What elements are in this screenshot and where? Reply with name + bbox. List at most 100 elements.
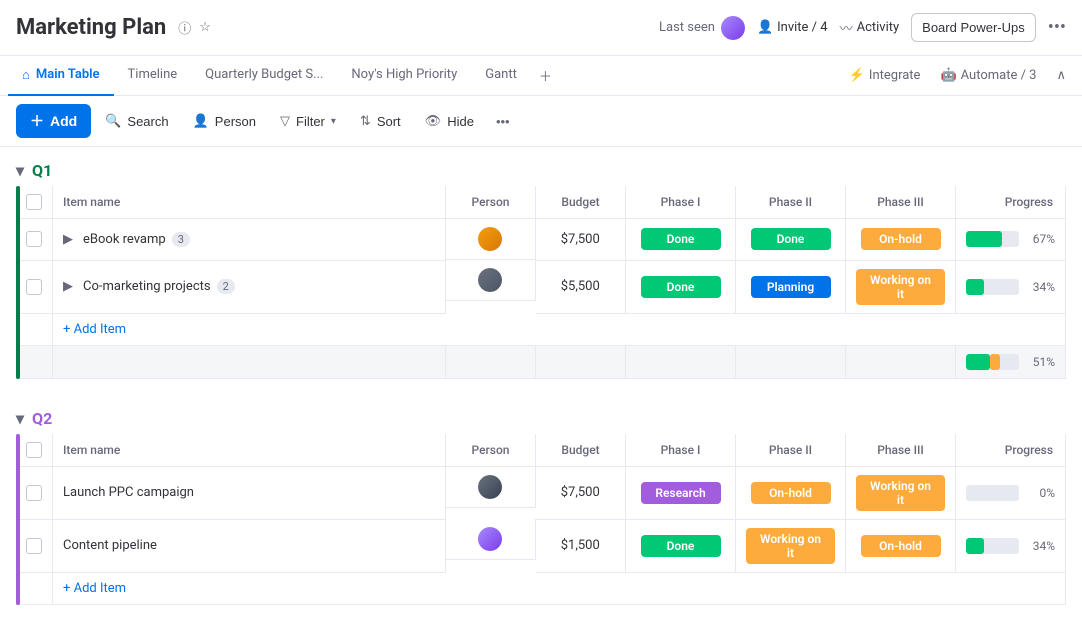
activity-button[interactable]: 〰 Activity [840, 18, 900, 37]
q1-sum-cb [16, 345, 53, 378]
q2-r2-checkbox[interactable] [26, 538, 42, 554]
q1-sum-p3 [846, 345, 956, 378]
q2-select-all-cb[interactable] [26, 442, 42, 458]
sort-button[interactable]: ⇅ Sort [350, 106, 411, 136]
q1-th-phase3: Phase III [846, 186, 956, 219]
q2-th-phase3: Phase III [846, 434, 956, 467]
q2-r1-checkbox[interactable] [26, 485, 42, 501]
content-area: ▾ Q1 Item name Person Budget P [0, 147, 1082, 605]
toolbar: ＋ Add 🔍 Search 👤 Person ▽ Filter ▾ ⇅ Sor… [0, 96, 1082, 147]
filter-button[interactable]: ▽ Filter ▾ [270, 106, 346, 136]
q2-r2-name: Content pipeline 💬 [53, 519, 446, 572]
q2-th-phase1: Phase I [626, 434, 736, 467]
tab-timeline[interactable]: Timeline [114, 56, 192, 96]
q1-r1-progress: 67% [956, 219, 1066, 261]
tabs-bar: ⌂ Main Table Timeline Quarterly Budget S… [0, 56, 1082, 96]
q2-r1-phase3: Working on it [846, 466, 956, 519]
star-icon[interactable]: ☆ [199, 20, 211, 35]
q2-r2-cb [16, 519, 53, 572]
tab-gantt[interactable]: Gantt [471, 56, 531, 96]
q2-r2-person [446, 519, 536, 560]
group-q1-label: Q1 [32, 161, 52, 180]
plus-icon: ＋ [30, 111, 44, 131]
q1-r1-expand[interactable]: ▶ [63, 232, 73, 247]
group-q2-table: Item name Person Budget Phase I Phase II… [16, 434, 1066, 605]
q1-r2-progress: 34% [956, 260, 1066, 313]
group-q1-table-wrap: Item name Person Budget Phase I Phase II… [0, 186, 1082, 379]
search-button[interactable]: 🔍 Search [95, 106, 178, 136]
table-row: ▶ Co-marketing projects 2 💬 $5,500 [16, 260, 1066, 313]
q2-r1-phase1: Research [626, 466, 736, 519]
table-row: Launch PPC campaign 💬 $7,500 Research On… [16, 466, 1066, 519]
q1-r2-phase2: Planning [736, 260, 846, 313]
last-seen: Last seen [659, 16, 745, 40]
q2-r1-avatar [478, 475, 502, 499]
tab-noy-priority[interactable]: Noy's High Priority [337, 56, 471, 96]
q1-r1-phase2: Done [736, 219, 846, 261]
q1-th-phase2: Phase II [736, 186, 846, 219]
q1-r2-budget: $5,500 [536, 260, 626, 313]
person-button[interactable]: 👤 Person [183, 106, 266, 136]
q2-th-phase2: Phase II [736, 434, 846, 467]
group-q2-header: ▾ Q2 [16, 395, 52, 434]
info-icon[interactable]: ⓘ [178, 18, 191, 37]
group-q2: ▾ Q2 Item name Person Budget P [0, 395, 1082, 605]
q1-th-progress: Progress [956, 186, 1066, 219]
group-q1-toggle[interactable]: ▾ [16, 161, 24, 180]
q2-r2-progress-bar [966, 538, 1019, 554]
q2-r1-budget: $7,500 [536, 466, 626, 519]
q1-r2-avatar [478, 268, 502, 292]
q1-add-item-cell[interactable]: + Add Item [53, 313, 1066, 345]
q1-summary-row: 51% [16, 345, 1066, 378]
q1-th-cb [16, 186, 53, 219]
q1-r1-progress-fill [966, 231, 1002, 247]
q1-th-budget: Budget [536, 186, 626, 219]
q1-r2-progress-bar [966, 279, 1019, 295]
q2-add-item-row[interactable]: + Add Item [16, 572, 1066, 604]
q1-r1-phase3: On-hold [846, 219, 956, 261]
q1-r1-phase1: Done [626, 219, 736, 261]
q1-sum-p2 [736, 345, 846, 378]
filter-icon: ▽ [280, 113, 290, 129]
q1-select-all-cb[interactable] [26, 194, 42, 210]
add-button[interactable]: ＋ Add [16, 104, 91, 138]
q2-add-item-cell[interactable]: + Add Item [53, 572, 1066, 604]
add-tab-button[interactable]: ＋ [531, 66, 560, 85]
q1-r2-cb [16, 260, 53, 313]
q2-r1-person [446, 467, 536, 508]
hide-icon: 👁 [425, 113, 442, 129]
board-powerups-button[interactable]: Board Power-Ups [911, 13, 1036, 42]
q1-r1-checkbox[interactable] [26, 231, 42, 247]
q1-r2-name: ▶ Co-marketing projects 2 💬 [53, 260, 446, 313]
q2-header-row: Item name Person Budget Phase I Phase II… [16, 434, 1066, 467]
automate-button[interactable]: 🤖 Automate / 3 [932, 64, 1044, 87]
group-q1-left-bar [16, 186, 20, 379]
sort-icon: ⇅ [360, 113, 371, 129]
q1-r1-cb [16, 219, 53, 261]
search-icon: 🔍 [105, 113, 121, 129]
more-toolbar-button[interactable]: ••• [488, 110, 518, 133]
q1-r1-progress-bar [966, 231, 1019, 247]
collapse-tabs-button[interactable]: ∧ [1048, 64, 1074, 87]
q2-r1-name: Launch PPC campaign 💬 [53, 466, 446, 519]
group-q2-label: Q2 [32, 409, 52, 428]
q1-add-item-row[interactable]: + Add Item [16, 313, 1066, 345]
group-q2-toggle[interactable]: ▾ [16, 409, 24, 428]
q1-r2-person [446, 260, 536, 301]
q1-sum-progress: 51% [956, 345, 1066, 378]
person-icon: 👤 [193, 113, 209, 129]
q1-sum-p1 [626, 345, 736, 378]
q2-add-cb-cell [16, 572, 53, 604]
q1-th-phase1: Phase I [626, 186, 736, 219]
q1-r2-expand[interactable]: ▶ [63, 279, 73, 294]
q2-r2-phase1: Done [626, 519, 736, 572]
tab-quarterly-budget[interactable]: Quarterly Budget S... [191, 56, 337, 96]
tab-main-table[interactable]: ⌂ Main Table [8, 56, 114, 96]
more-options-button[interactable]: ••• [1048, 17, 1066, 38]
q2-th-budget: Budget [536, 434, 626, 467]
q1-sum-person [446, 345, 536, 378]
invite-button[interactable]: 👤 Invite / 4 [757, 20, 828, 35]
hide-button[interactable]: 👁 Hide [415, 106, 484, 136]
q1-r2-checkbox[interactable] [26, 279, 42, 295]
integrate-button[interactable]: ⚡ Integrate [841, 64, 929, 87]
